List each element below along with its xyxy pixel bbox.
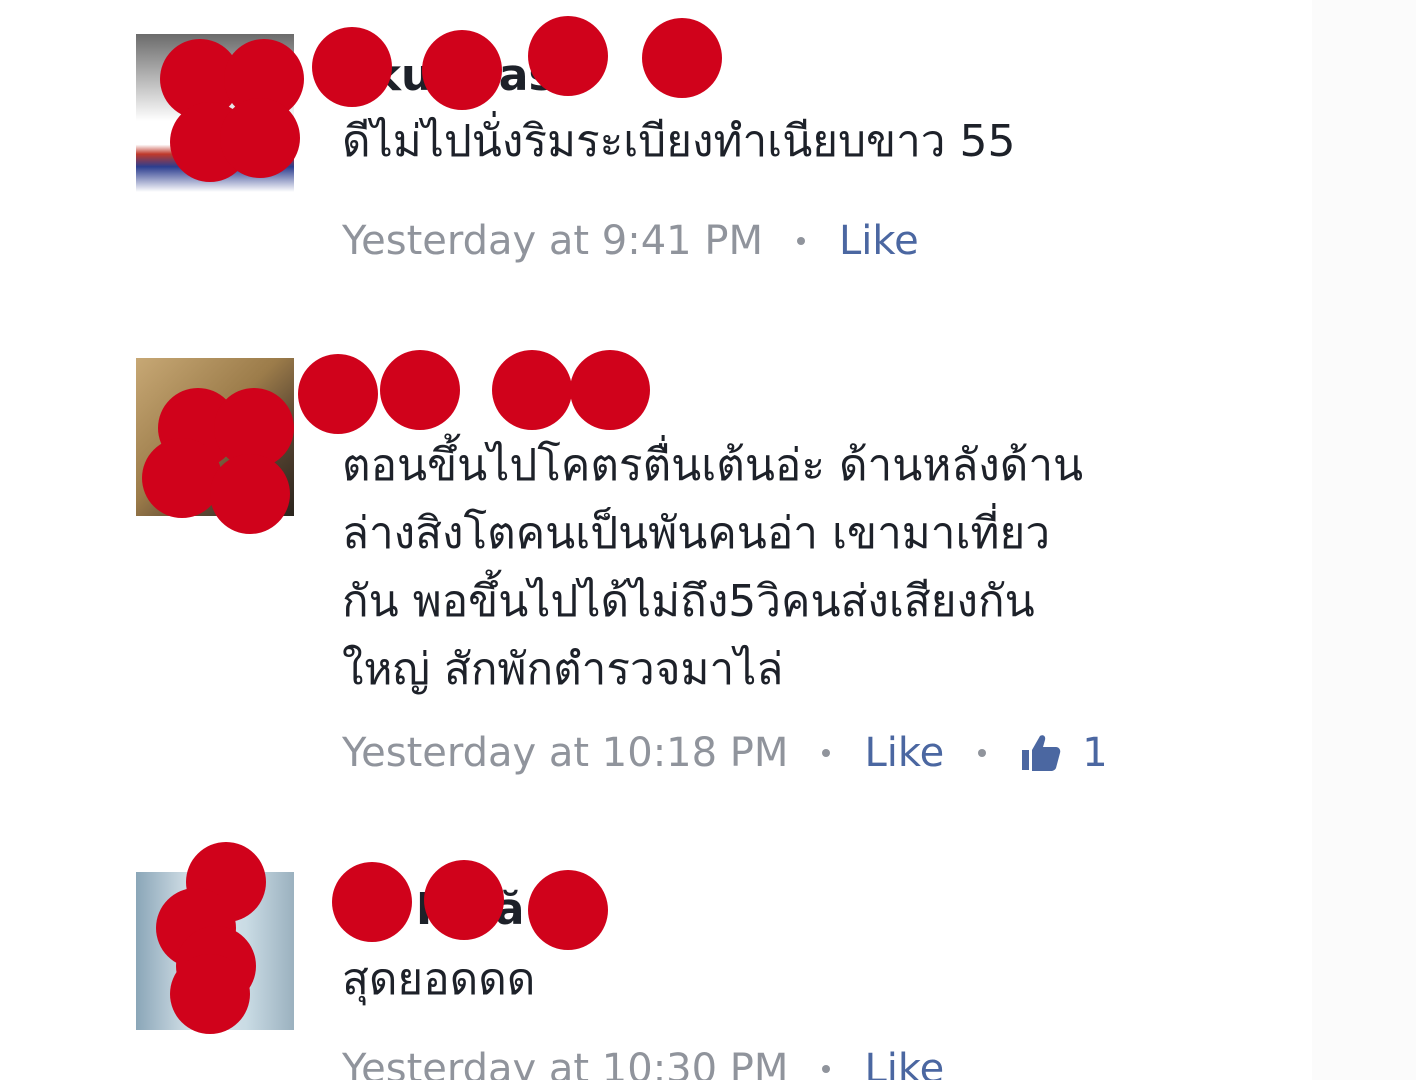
redaction-mark (312, 27, 392, 107)
comment-text-line: ใหญ่ สักพักตำรวจมาไล่ (342, 644, 784, 695)
thumbs-up-icon[interactable] (1020, 732, 1062, 774)
comment-text-line: ล่างสิงโตคนเป็นพันคนอ่า เขามาเที่ยว (342, 508, 1051, 559)
reaction-count[interactable]: 1 (1082, 730, 1107, 776)
scroll-gutter (1312, 0, 1416, 1080)
comment-text-line: ตอนขึ้นไปโคตรตื่นเต้นอ่ะ ด้านหลังด้าน (342, 440, 1084, 491)
comment-meta: Yesterday at 10:30 PM Like (342, 1046, 944, 1080)
redaction-mark (422, 30, 502, 110)
comment-text-line: กัน พอขึ้นไปได้ไม่ถึง5วิคนส่งเสียงกัน (342, 576, 1035, 627)
comment-timestamp[interactable]: Yesterday at 10:18 PM (342, 730, 788, 776)
separator-dot (796, 237, 805, 245)
like-button[interactable]: Like (864, 730, 944, 776)
separator-dot (822, 749, 831, 757)
redaction-mark (570, 350, 650, 430)
comment-text: ตอนขึ้นไปโคตรตื่นเต้นอ่ะ ด้านหลังด้าน ล่… (342, 432, 1083, 704)
redaction-mark (380, 350, 460, 430)
comment-timestamp[interactable]: Yesterday at 10:30 PM (342, 1046, 788, 1080)
redaction-mark (642, 18, 722, 98)
redaction-mark (332, 862, 412, 942)
comment-text: สุดยอดดด (342, 946, 535, 1014)
comment-text-line: สุดยอดดด (342, 954, 536, 1005)
redaction-mark (210, 454, 290, 534)
like-button[interactable]: Like (864, 1046, 944, 1080)
comment-timestamp[interactable]: Yesterday at 9:41 PM (342, 218, 763, 264)
comment-meta: Yesterday at 10:18 PM Like 1 (342, 730, 1108, 776)
redaction-mark (528, 870, 608, 950)
separator-dot (822, 1065, 831, 1073)
comment-feed: akualras ดีไม่ไปนั่งริมระเบียงทำเนียบขาว… (0, 0, 1416, 1080)
redaction-mark (424, 860, 504, 940)
redaction-mark (220, 98, 300, 178)
comment-item: e a ตอนขึ้นไปโคตรตื่นเต้นอ่ะ ด้านหลังด้า… (136, 350, 1286, 798)
redaction-mark (492, 350, 572, 430)
comment-text: ดีไม่ไปนั่งริมระเบียงทำเนียบขาว 55 (342, 108, 1015, 176)
comment-text-line: ดีไม่ไปนั่งริมระเบียงทำเนียบขาว 55 (342, 116, 1016, 167)
redaction-mark (528, 16, 608, 96)
comment-item: akualras ดีไม่ไปนั่งริมระเบียงทำเนียบขาว… (136, 16, 1286, 294)
redaction-mark (298, 354, 378, 434)
redaction-mark (170, 954, 250, 1034)
redaction-mark (142, 438, 222, 518)
like-button[interactable]: Like (839, 218, 919, 264)
comment-meta: Yesterday at 9:41 PM Like (342, 218, 919, 264)
comment-item: ev Pu ă สุดยอดดด Yesterday at 10:30 PM L… (136, 842, 1286, 1080)
separator-dot (978, 749, 987, 757)
